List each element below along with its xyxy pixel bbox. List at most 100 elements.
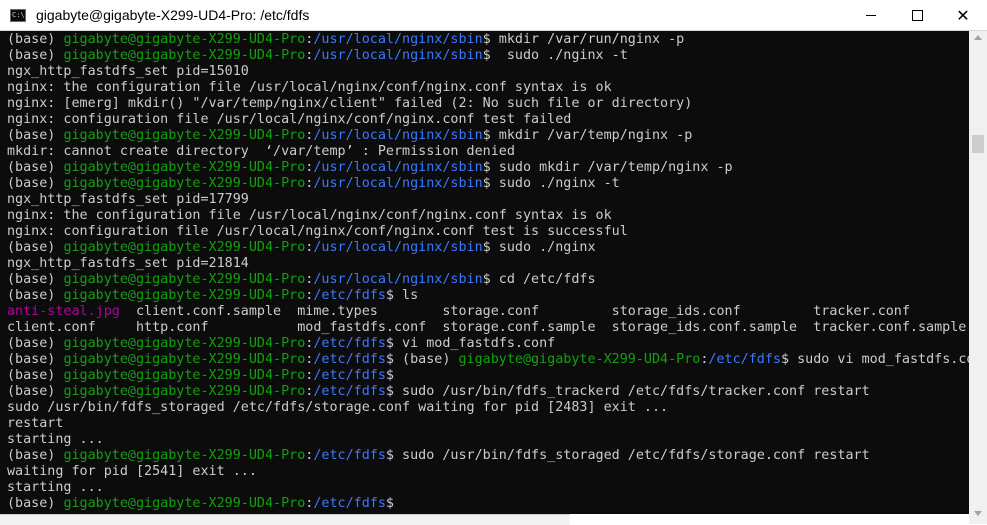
image-file-name: anti-steal.jpg [7, 304, 120, 319]
terminal-text: $ sudo ./nginx [482, 240, 596, 255]
terminal-text: $ [385, 496, 394, 511]
prompt-user-host: gigabyte@gigabyte-X299-UD4-Pro [63, 336, 306, 351]
terminal-text: starting ... [7, 432, 104, 447]
terminal-text: (base) [7, 384, 64, 399]
terminal-line: (base) gigabyte@gigabyte-X299-UD4-Pro:/e… [7, 336, 969, 352]
prompt-path: /etc/fdfs [708, 352, 781, 367]
prompt-path: /usr/local/nginx/sbin [313, 32, 483, 47]
prompt-user-host: gigabyte@gigabyte-X299-UD4-Pro [63, 32, 306, 47]
terminal-text: (base) [7, 160, 64, 175]
terminal-line: mkdir: cannot create directory ‘/var/tem… [7, 144, 969, 160]
terminal-line: ngx_http_fastdfs_set pid=17799 [7, 192, 969, 208]
minimize-button[interactable] [848, 0, 894, 31]
terminal-line: (base) gigabyte@gigabyte-X299-UD4-Pro:/u… [7, 160, 969, 176]
terminal-line: client.conf http.conf mod_fastdfs.conf s… [7, 320, 969, 336]
terminal-text: $ [385, 368, 394, 383]
terminal-line: starting ... [7, 432, 969, 448]
terminal-line: (base) gigabyte@gigabyte-X299-UD4-Pro:/e… [7, 352, 969, 368]
scroll-up-icon[interactable] [974, 35, 982, 40]
prompt-user-host: gigabyte@gigabyte-X299-UD4-Pro [63, 368, 306, 383]
terminal-line: (base) gigabyte@gigabyte-X299-UD4-Pro:/e… [7, 384, 969, 400]
terminal-lines: (base) gigabyte@gigabyte-X299-UD4-Pro:/u… [7, 32, 969, 512]
terminal-text: (base) [7, 128, 64, 143]
terminal-text: (base) [7, 272, 64, 287]
terminal-text: $ sudo mkdir /var/temp/nginx -p [482, 160, 733, 175]
prompt-path: /etc/fdfs [313, 496, 386, 511]
terminal-text: (base) [7, 240, 64, 255]
terminal-text: $ ls [385, 288, 419, 303]
terminal-line: nginx: [emerg] mkdir() "/var/temp/nginx/… [7, 96, 969, 112]
terminal-text: (base) [7, 176, 64, 191]
terminal-line: nginx: the configuration file /usr/local… [7, 80, 969, 96]
terminal-text: $ sudo ./nginx -t [482, 176, 620, 191]
prompt-path: /etc/fdfs [313, 384, 386, 399]
prompt-path: /etc/fdfs [313, 336, 386, 351]
terminal-line: waiting for pid [2541] exit ... [7, 464, 969, 480]
terminal-line: (base) gigabyte@gigabyte-X299-UD4-Pro:/u… [7, 128, 969, 144]
terminal-line: nginx: configuration file /usr/local/ngi… [7, 112, 969, 128]
prompt-path: /usr/local/nginx/sbin [313, 240, 483, 255]
terminal-text: nginx: the configuration file /usr/local… [7, 208, 612, 223]
prompt-user-host: gigabyte@gigabyte-X299-UD4-Pro [63, 352, 306, 367]
terminal-line: starting ... [7, 480, 969, 496]
terminal-output[interactable]: (base) gigabyte@gigabyte-X299-UD4-Pro:/u… [0, 31, 969, 514]
window-bottom-bar [578, 514, 969, 524]
terminal-text: $ sudo vi mod_fastdfs.co [780, 352, 969, 367]
prompt-user-host: gigabyte@gigabyte-X299-UD4-Pro [63, 288, 306, 303]
terminal-line: ngx_http_fastdfs_set pid=21814 [7, 256, 969, 272]
terminal-text: (base) [7, 352, 64, 367]
prompt-user-host: gigabyte@gigabyte-X299-UD4-Pro [63, 176, 306, 191]
terminal-text: $ sudo /usr/bin/fdfs_storaged /etc/fdfs/… [385, 448, 870, 463]
terminal-text: $ (base) [385, 352, 459, 367]
terminal-text: client.conf.sample mime.types storage.co… [119, 304, 910, 319]
prompt-path: /etc/fdfs [313, 352, 386, 367]
prompt-user-host: gigabyte@gigabyte-X299-UD4-Pro [63, 448, 306, 463]
maximize-icon [911, 10, 923, 21]
prompt-user-host: gigabyte@gigabyte-X299-UD4-Pro [63, 128, 306, 143]
terminal-line: (base) gigabyte@gigabyte-X299-UD4-Pro:/u… [7, 48, 969, 64]
terminal-text: (base) [7, 48, 64, 63]
terminal-line: (base) gigabyte@gigabyte-X299-UD4-Pro:/u… [7, 272, 969, 288]
background-window-strip [0, 514, 570, 525]
terminal-text: $ sudo /usr/bin/fdfs_trackerd /etc/fdfs/… [385, 384, 870, 399]
terminal-text: sudo /usr/bin/fdfs_storaged /etc/fdfs/st… [7, 400, 669, 415]
terminal-line: (base) gigabyte@gigabyte-X299-UD4-Pro:/e… [7, 496, 969, 512]
scrollbar-thumb[interactable] [972, 135, 984, 153]
terminal-text: starting ... [7, 480, 104, 495]
terminal-line: (base) gigabyte@gigabyte-X299-UD4-Pro:/u… [7, 240, 969, 256]
close-button[interactable]: ✕ [940, 0, 986, 31]
terminal-text: nginx: configuration file /usr/local/ngi… [7, 112, 572, 127]
minimize-icon [866, 15, 876, 16]
terminal-text: waiting for pid [2541] exit ... [7, 464, 257, 479]
scroll-down-icon[interactable] [974, 511, 982, 516]
terminal-text: $ mkdir /var/temp/nginx -p [482, 128, 693, 143]
terminal-text: (base) [7, 288, 64, 303]
terminal-line: sudo /usr/bin/fdfs_storaged /etc/fdfs/st… [7, 400, 969, 416]
terminal-text: ngx_http_fastdfs_set pid=15010 [7, 64, 249, 79]
prompt-user-host: gigabyte@gigabyte-X299-UD4-Pro [63, 496, 306, 511]
prompt-user-host: gigabyte@gigabyte-X299-UD4-Pro [63, 48, 306, 63]
vertical-scrollbar[interactable] [969, 31, 987, 524]
maximize-button[interactable] [894, 0, 940, 31]
terminal-text: restart [7, 416, 64, 431]
prompt-path: /usr/local/nginx/sbin [313, 128, 483, 143]
terminal-line: ngx_http_fastdfs_set pid=15010 [7, 64, 969, 80]
terminal-line: (base) gigabyte@gigabyte-X299-UD4-Pro:/e… [7, 288, 969, 304]
terminal-text: (base) [7, 496, 64, 511]
terminal-line: (base) gigabyte@gigabyte-X299-UD4-Pro:/u… [7, 176, 969, 192]
terminal-text: $ vi mod_fastdfs.conf [385, 336, 556, 351]
terminal-text: ngx_http_fastdfs_set pid=21814 [7, 256, 249, 271]
terminal-line: anti-steal.jpg client.conf.sample mime.t… [7, 304, 969, 320]
terminal-text: nginx: the configuration file /usr/local… [7, 80, 612, 95]
prompt-path: /etc/fdfs [313, 288, 386, 303]
terminal-text: client.conf http.conf mod_fastdfs.conf s… [7, 320, 967, 335]
terminal-line: (base) gigabyte@gigabyte-X299-UD4-Pro:/u… [7, 32, 969, 48]
prompt-user-host: gigabyte@gigabyte-X299-UD4-Pro [63, 272, 306, 287]
terminal-line: nginx: the configuration file /usr/local… [7, 208, 969, 224]
terminal-text: ngx_http_fastdfs_set pid=17799 [7, 192, 249, 207]
window-title: gigabyte@gigabyte-X299-UD4-Pro: /etc/fdf… [36, 7, 310, 23]
terminal-line: restart [7, 416, 969, 432]
prompt-user-host: gigabyte@gigabyte-X299-UD4-Pro [63, 384, 306, 399]
prompt-path: /etc/fdfs [313, 368, 386, 383]
title-bar[interactable]: C:\ gigabyte@gigabyte-X299-UD4-Pro: /etc… [0, 0, 987, 31]
